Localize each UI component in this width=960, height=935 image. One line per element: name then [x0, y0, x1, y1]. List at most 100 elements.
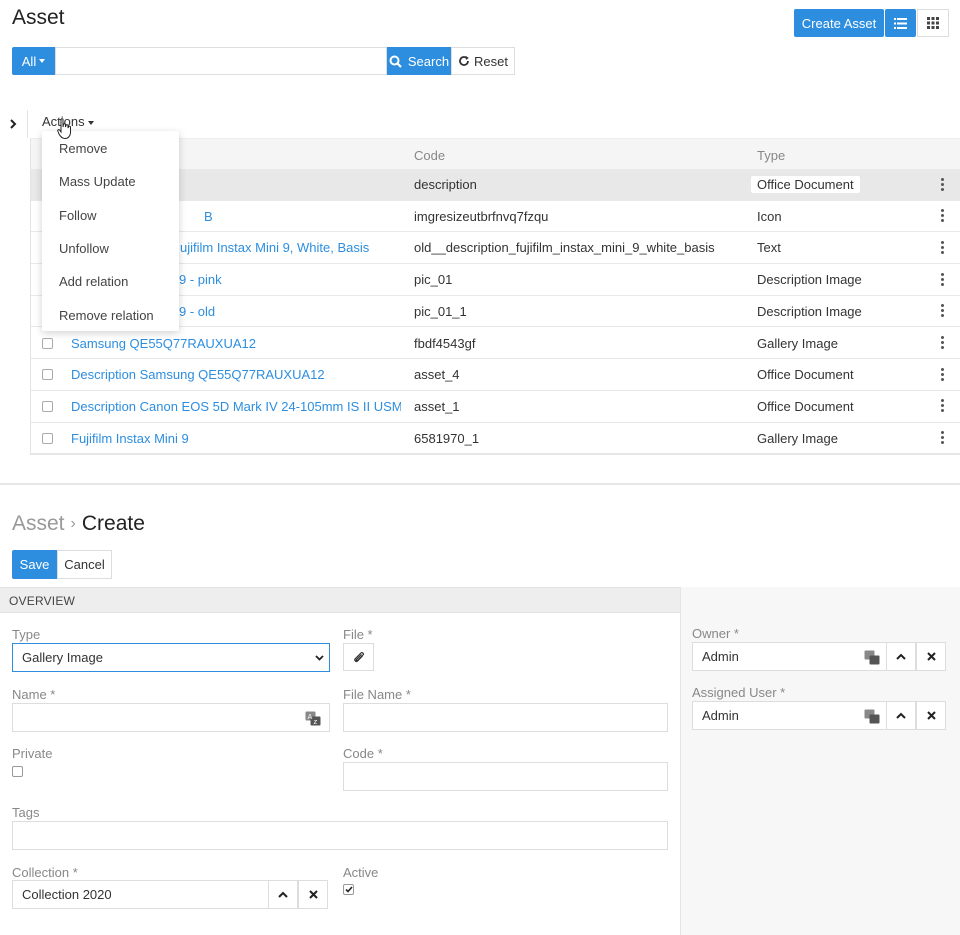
row-code: 6581970_1 — [414, 430, 480, 446]
owner-value: Admin — [702, 649, 739, 664]
table-bottom-border — [30, 454, 960, 455]
create-asset-label: Create Asset — [801, 15, 877, 31]
row-code: old__description_fujifilm_instax_mini_9_… — [414, 240, 715, 256]
row-menu-icon[interactable] — [935, 431, 949, 445]
collection-label: Collection * — [12, 865, 78, 880]
row-type: Office Document — [757, 398, 854, 414]
row-name-link[interactable]: Description Canon EOS 5D Mark IV 24-105m… — [71, 399, 401, 414]
menu-item-mass-update[interactable]: Mass Update — [59, 174, 136, 189]
search-button[interactable]: Search — [387, 47, 451, 75]
save-button[interactable]: Save — [12, 550, 57, 579]
row-checkbox[interactable] — [42, 432, 53, 444]
collection-clear-button[interactable] — [298, 880, 328, 909]
column-header-code[interactable]: Code — [414, 148, 445, 163]
tags-field[interactable] — [12, 821, 668, 850]
column-header-type[interactable]: Type — [757, 148, 785, 163]
menu-item-follow[interactable]: Follow — [59, 208, 97, 223]
chevron-up-icon — [896, 712, 906, 719]
table-row[interactable]: Fujifilm Instax Mini 9 6581970_1 Gallery… — [30, 423, 960, 455]
menu-item-remove-relation[interactable]: Remove relation — [59, 308, 154, 323]
owner-select-button[interactable] — [886, 642, 916, 671]
menu-item-add-relation[interactable]: Add relation — [59, 274, 128, 289]
row-code: asset_4 — [414, 367, 460, 383]
menu-item-unfollow[interactable]: Unfollow — [59, 241, 109, 256]
row-name-link[interactable]: Description Samsung QE55Q77RAUXUA12 — [71, 367, 325, 382]
assigned-user-select-button[interactable] — [886, 701, 916, 730]
list-icon — [894, 17, 907, 29]
attach-file-button[interactable] — [343, 643, 374, 671]
row-type: Office Document — [751, 176, 860, 193]
collection-select-button[interactable] — [268, 880, 298, 909]
row-checkbox[interactable] — [42, 337, 53, 349]
row-menu-icon[interactable] — [935, 209, 949, 223]
menu-item-remove[interactable]: Remove — [59, 141, 107, 156]
row-type: Text — [757, 240, 781, 256]
table-left-border — [30, 138, 31, 455]
file-label: File * — [343, 627, 373, 642]
close-icon — [926, 652, 936, 661]
filter-panel-toggle[interactable] — [0, 110, 28, 138]
search-input[interactable] — [55, 47, 387, 75]
code-field[interactable] — [343, 762, 668, 791]
chevron-right-icon — [10, 119, 17, 129]
save-label: Save — [19, 557, 50, 572]
table-row[interactable]: Samsung QE55Q77RAUXUA12 fbdf4543gf Galle… — [30, 328, 960, 360]
owner-label: Owner * — [692, 626, 739, 641]
page-title: Asset — [12, 6, 65, 29]
active-checkbox[interactable] — [343, 884, 354, 895]
overview-title: OVERVIEW — [9, 594, 76, 608]
overview-section-header: OVERVIEW — [0, 587, 680, 613]
hand-cursor-icon — [57, 118, 71, 140]
cancel-button[interactable]: Cancel — [57, 550, 112, 579]
row-menu-icon[interactable] — [935, 240, 949, 254]
row-name-link[interactable]: B — [204, 209, 213, 224]
row-checkbox[interactable] — [42, 369, 53, 381]
scope-dropdown[interactable]: All — [12, 47, 55, 75]
caret-down-icon — [39, 59, 46, 63]
row-menu-icon[interactable] — [935, 304, 949, 318]
collection-field[interactable]: Collection 2020 — [12, 880, 269, 909]
private-checkbox[interactable] — [12, 766, 23, 777]
row-menu-icon[interactable] — [935, 177, 949, 191]
tags-label: Tags — [12, 805, 40, 820]
reset-button[interactable]: Reset — [451, 47, 515, 75]
chevron-down-icon — [315, 655, 324, 661]
file-name-label: File Name * — [343, 687, 411, 702]
file-name-field[interactable] — [343, 703, 668, 732]
grid-view-button[interactable] — [917, 9, 949, 37]
row-name-link[interactable]: Samsung QE55Q77RAUXUA12 — [71, 336, 256, 351]
translate-icon[interactable]: Az — [305, 711, 321, 726]
row-menu-icon[interactable] — [935, 399, 949, 413]
list-view-button[interactable] — [885, 9, 916, 37]
assigned-user-clear-button[interactable] — [916, 701, 946, 730]
chevron-up-icon — [278, 891, 288, 898]
create-asset-button[interactable]: Create Asset — [794, 9, 884, 37]
row-type: Gallery Image — [757, 335, 838, 351]
row-checkbox[interactable] — [42, 400, 53, 412]
row-name-link[interactable]: 9 - pink — [179, 272, 222, 287]
row-type: Description Image — [757, 303, 862, 319]
table-row[interactable]: Description Samsung QE55Q77RAUXUA12 asse… — [30, 359, 960, 391]
svg-text:A: A — [308, 713, 313, 721]
breadcrumb-parent[interactable]: Asset — [12, 512, 65, 535]
chevron-up-icon — [896, 653, 906, 660]
checkmark-icon — [344, 886, 353, 893]
type-select[interactable]: Gallery Image — [12, 643, 330, 672]
row-type: Icon — [757, 208, 782, 224]
name-field[interactable]: Az — [12, 703, 330, 732]
table-row[interactable]: Description Canon EOS 5D Mark IV 24-105m… — [30, 391, 960, 423]
search-label: Search — [407, 53, 450, 69]
row-menu-icon[interactable] — [935, 367, 949, 381]
owner-clear-button[interactable] — [916, 642, 946, 671]
row-name-link[interactable]: ujifilm Instax Mini 9, White, Basis — [180, 240, 369, 255]
row-menu-icon[interactable] — [935, 272, 949, 286]
row-menu-icon[interactable] — [935, 336, 949, 350]
code-label: Code * — [343, 746, 383, 761]
assigned-user-field[interactable]: Admin — [692, 701, 887, 730]
owner-field[interactable]: Admin — [692, 642, 887, 671]
caret-down-icon — [87, 120, 94, 125]
row-name-link[interactable]: 9 - old — [179, 304, 215, 319]
row-type: Office Document — [757, 367, 854, 383]
private-label: Private — [12, 746, 53, 761]
row-name-link[interactable]: Fujifilm Instax Mini 9 — [71, 431, 189, 446]
